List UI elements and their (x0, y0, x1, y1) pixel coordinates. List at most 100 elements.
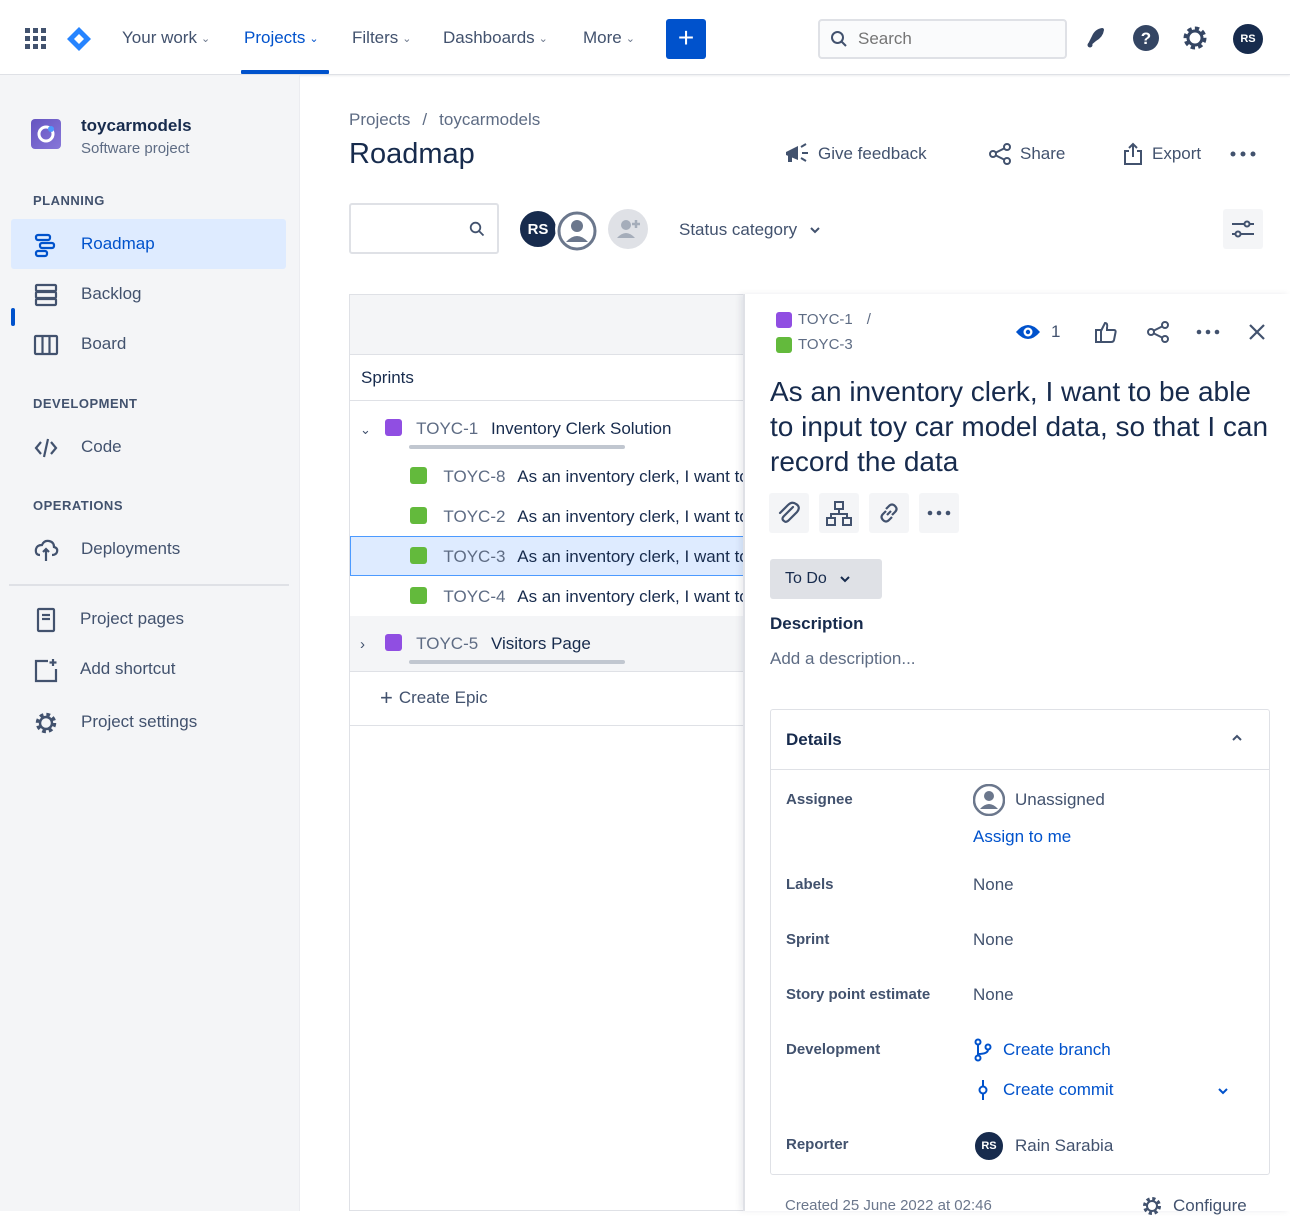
sidebar-item-roadmap[interactable]: Roadmap (11, 219, 286, 269)
parent-issue-link[interactable]: TOYC-1 / (776, 311, 871, 328)
more-icon (927, 510, 951, 516)
share-button[interactable]: Share (988, 142, 1065, 166)
details-header[interactable]: Details (771, 710, 1269, 770)
issue-key: TOYC-1 (416, 419, 479, 438)
sidebar-item-code[interactable]: Code (11, 422, 286, 472)
chevron-right-icon[interactable]: › (360, 636, 374, 653)
unassigned-avatar-icon (973, 784, 1005, 816)
divider (350, 725, 746, 726)
watch-button[interactable]: 1 (1015, 322, 1060, 342)
assignee-field[interactable]: Unassigned (973, 784, 1105, 816)
thumbs-up-icon[interactable] (1094, 320, 1118, 344)
help-icon[interactable]: ? (1132, 24, 1160, 52)
notifications-icon[interactable] (1082, 24, 1110, 52)
cloud-upload-icon (33, 537, 59, 563)
svg-text:?: ? (1141, 29, 1151, 48)
chevron-up-icon[interactable] (1231, 734, 1243, 742)
profile-avatar[interactable]: RS (1233, 24, 1263, 54)
add-child-issue-button[interactable] (819, 493, 859, 533)
issue-detail-panel: TOYC-1 / TOYC-3 1 As an inventory clerk,… (743, 294, 1290, 1215)
share-icon[interactable] (1146, 320, 1170, 344)
export-icon (1124, 142, 1142, 165)
code-icon (33, 435, 59, 461)
filter-avatar-unassigned[interactable] (555, 209, 597, 251)
issue-key: TOYC-2 (443, 507, 506, 526)
view-settings-button[interactable] (1223, 209, 1263, 249)
story-icon (776, 336, 792, 353)
story-points-label: Story point estimate (786, 986, 931, 1003)
story-icon (410, 467, 427, 484)
reporter-avatar: RS (973, 1130, 1005, 1162)
nav-filters[interactable]: Filters ⌄ (352, 28, 412, 48)
chevron-down-icon[interactable] (1217, 1087, 1229, 1095)
sidebar-item-add-shortcut[interactable]: Add shortcut (11, 644, 286, 694)
global-search[interactable] (818, 19, 1067, 59)
project-name[interactable]: toycarmodels (81, 116, 192, 136)
issue-title[interactable]: As an inventory clerk, I want to be able… (770, 374, 1270, 479)
labels-label: Labels (786, 876, 834, 893)
app-switcher-icon[interactable] (25, 28, 47, 50)
description-field[interactable]: Add a description... (770, 649, 916, 669)
add-people-icon[interactable] (608, 209, 648, 249)
search-input[interactable] (858, 29, 1038, 49)
sidebar-item-project-settings[interactable]: Project settings (11, 697, 286, 747)
configure-button[interactable]: Configure (1141, 1195, 1247, 1217)
roadmap-header (350, 295, 746, 355)
assignee-label: Assignee (786, 791, 853, 808)
board-icon (33, 332, 59, 358)
breadcrumb: Projects / toycarmodels (349, 110, 540, 130)
issue-key-link[interactable]: TOYC-3 (776, 336, 853, 353)
sidebar-item-project-pages[interactable]: Project pages (11, 594, 286, 644)
nav-dashboards[interactable]: Dashboards ⌄ (443, 28, 548, 48)
status-category-filter[interactable]: Status category (679, 220, 821, 240)
link-icon (880, 503, 898, 523)
attach-button[interactable] (769, 493, 809, 533)
sprint-field[interactable]: None (973, 930, 1014, 950)
roadmap-search-input[interactable] (349, 203, 499, 254)
epic-row[interactable]: › TOYC-5 Visitors Page (360, 634, 756, 654)
epic-row[interactable]: ⌄ TOYC-1 Inventory Clerk Solution (360, 419, 756, 439)
link-issue-button[interactable] (869, 493, 909, 533)
issue-key: TOYC-4 (443, 587, 506, 606)
sidebar-item-deployments[interactable]: Deployments (11, 524, 286, 574)
sliders-icon (1232, 220, 1254, 238)
story-icon (410, 587, 427, 604)
create-epic-button[interactable]: + Create Epic (380, 688, 776, 708)
breadcrumb-project[interactable]: toycarmodels (439, 110, 540, 130)
more-actions-icon[interactable] (1196, 329, 1220, 335)
sidebar-item-backlog[interactable]: Backlog (11, 269, 286, 319)
jira-logo-icon[interactable] (66, 26, 92, 52)
reporter-field[interactable]: RS Rain Sarabia (973, 1130, 1113, 1162)
create-button[interactable]: + (666, 19, 706, 59)
project-avatar-icon[interactable] (31, 119, 61, 149)
filter-avatar-rs[interactable]: RS (518, 209, 558, 249)
branch-icon (974, 1038, 992, 1062)
created-timestamp: Created 25 June 2022 at 02:46 (785, 1197, 992, 1214)
commit-icon (978, 1080, 988, 1100)
close-icon[interactable] (1248, 323, 1266, 341)
labels-field[interactable]: None (973, 875, 1014, 895)
sidebar-item-label: Board (81, 334, 127, 353)
epic-progress-bar (409, 660, 625, 664)
more-tools-button[interactable] (919, 493, 959, 533)
sidebar-item-label: Deployments (81, 539, 181, 558)
assign-to-me-link[interactable]: Assign to me (973, 827, 1071, 847)
story-points-field[interactable]: None (973, 985, 1014, 1005)
chevron-down-icon[interactable]: ⌄ (360, 422, 374, 438)
give-feedback-button[interactable]: Give feedback (784, 142, 927, 166)
breadcrumb-projects[interactable]: Projects (349, 110, 410, 130)
nav-your-work[interactable]: Your work ⌄ (122, 28, 210, 48)
create-branch-link[interactable]: Create branch (973, 1038, 1111, 1062)
status-dropdown[interactable]: To Do (770, 559, 882, 599)
nav-more[interactable]: More ⌄ (583, 28, 635, 48)
backlog-icon (33, 282, 59, 308)
chevron-down-icon (840, 576, 850, 583)
development-label: Development (786, 1041, 881, 1058)
export-button[interactable]: Export (1122, 142, 1201, 166)
sidebar-item-board[interactable]: Board (11, 319, 286, 369)
chevron-down-icon: ⌄ (309, 32, 319, 45)
settings-gear-icon[interactable] (1181, 24, 1209, 52)
create-commit-link[interactable]: Create commit (973, 1078, 1114, 1102)
nav-projects[interactable]: Projects ⌄ (244, 28, 319, 48)
more-actions-icon[interactable] (1230, 150, 1256, 158)
